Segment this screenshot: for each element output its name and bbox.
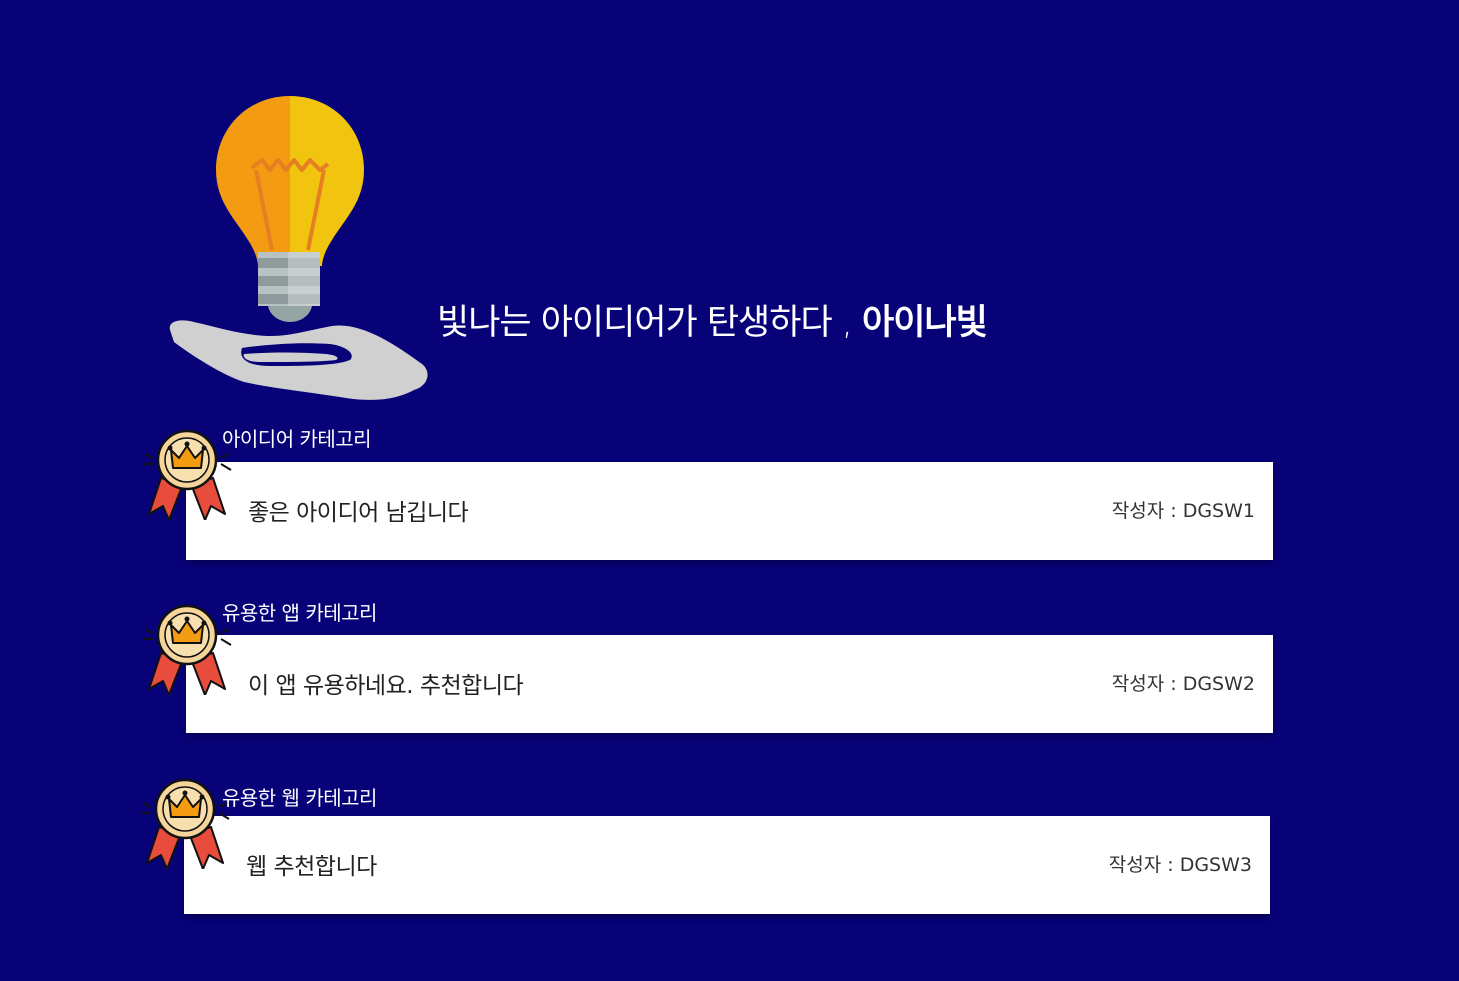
medal-crown-icon [143, 604, 232, 695]
post-author: 작성자 : DGSW2 [1111, 673, 1255, 695]
category-label-web: 유용한 웹 카테고리 [222, 786, 377, 810]
bulb-left-half [216, 96, 290, 266]
medal-crown-icon [143, 429, 232, 520]
post-author: 작성자 : DGSW1 [1111, 500, 1255, 522]
post-text[interactable]: 이 앱 유용하네요. 추천합니다 [248, 666, 524, 700]
lightbulb-hand-icon [169, 96, 428, 400]
post-text[interactable]: 웹 추천합니다 [246, 847, 377, 881]
category-label-idea: 아이디어 카테고리 [222, 427, 372, 451]
post-author: 작성자 : DGSW3 [1108, 854, 1252, 876]
category-label-app: 유용한 앱 카테고리 [222, 601, 377, 625]
hero-title-prefix: 빛나는 아이디어가 탄생하다 , [437, 303, 863, 343]
brand-name: 아이나빛 [862, 303, 988, 343]
hero-title: 빛나는 아이디어가 탄생하다 , 아이나빛 [437, 294, 988, 345]
post-card[interactable]: 이 앱 유용하네요. 추천합니다 작성자 : DGSW2 [186, 635, 1273, 733]
post-card[interactable]: 좋은 아이디어 남깁니다 작성자 : DGSW1 [186, 462, 1273, 560]
medal-crown-icon [141, 778, 230, 869]
bulb-right-half [290, 96, 364, 266]
post-card[interactable]: 웹 추천합니다 작성자 : DGSW3 [184, 816, 1270, 914]
post-text[interactable]: 좋은 아이디어 남깁니다 [248, 493, 469, 527]
